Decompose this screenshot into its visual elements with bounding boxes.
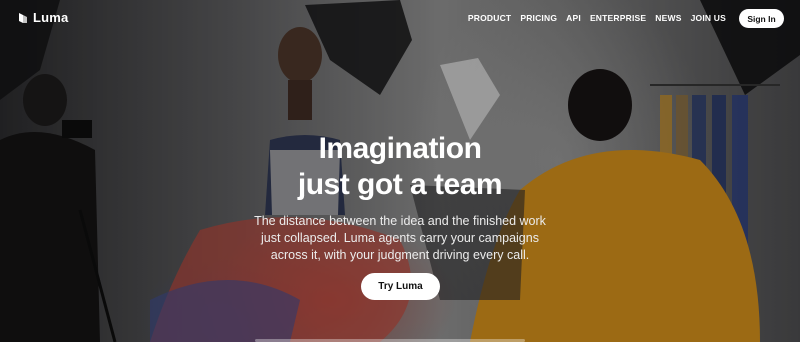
headline-line-2: just got a team — [297, 168, 503, 201]
subtitle-line-2: just collapsed. Luma agents carry your c… — [261, 231, 539, 245]
hero-section: Luma PRODUCT PRICING API ENTERPRISE NEWS… — [0, 0, 800, 342]
hero-subtitle: The distance between the idea and the fi… — [0, 213, 800, 264]
nav-item-enterprise[interactable]: ENTERPRISE — [590, 13, 646, 23]
subtitle-line-3: across it, with your judgment driving ev… — [270, 248, 530, 262]
logo-text: Luma — [33, 10, 69, 25]
sign-in-button[interactable]: Sign In — [739, 9, 784, 28]
try-luma-button[interactable]: Try Luma — [361, 273, 440, 300]
top-nav: Luma PRODUCT PRICING API ENTERPRISE NEWS… — [0, 0, 800, 38]
headline-line-1: Imagination — [318, 132, 482, 165]
nav-item-news[interactable]: NEWS — [655, 13, 681, 23]
hero-headline: Imagination just got a team — [0, 131, 800, 203]
nav-item-join-us[interactable]: JOIN US — [691, 13, 726, 23]
nav-item-pricing[interactable]: PRICING — [520, 13, 557, 23]
subtitle-line-1: The distance between the idea and the fi… — [254, 214, 546, 228]
nav-item-product[interactable]: PRODUCT — [468, 13, 511, 23]
nav-menu: PRODUCT PRICING API ENTERPRISE NEWS JOIN… — [468, 13, 726, 23]
luma-logo-icon — [19, 12, 27, 23]
nav-item-api[interactable]: API — [566, 13, 581, 23]
logo[interactable]: Luma — [18, 10, 68, 25]
